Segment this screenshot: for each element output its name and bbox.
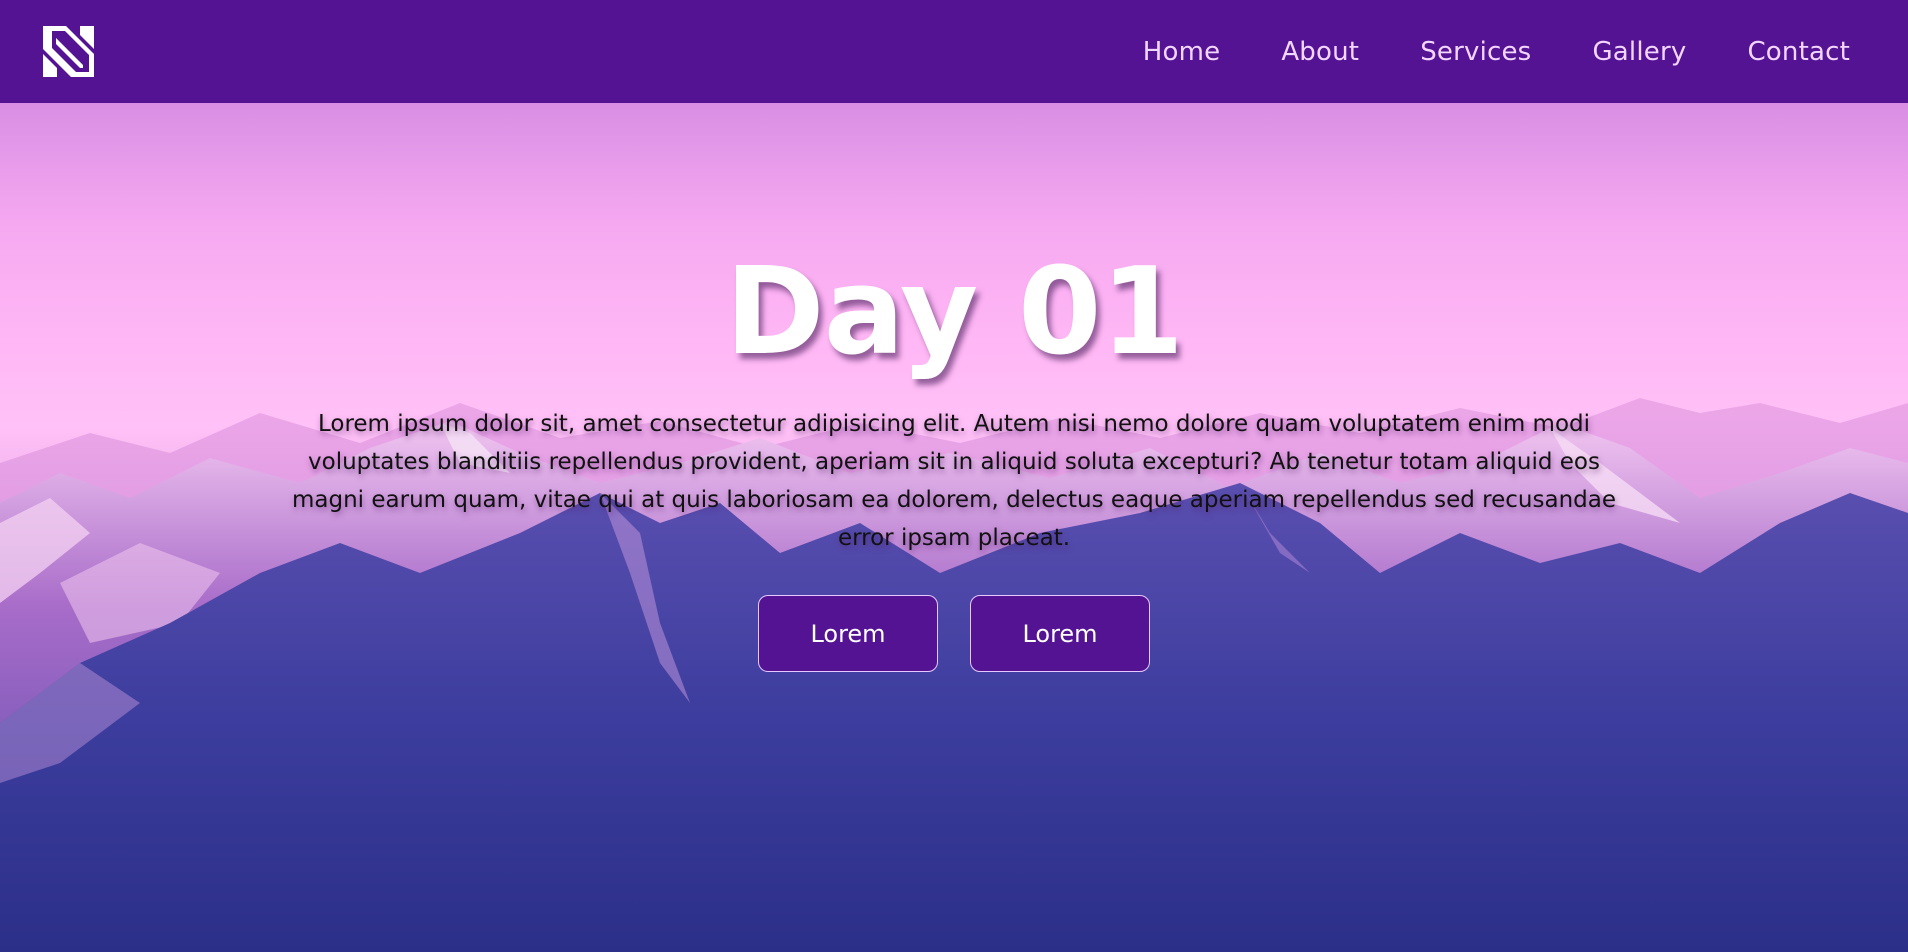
nav-link-about[interactable]: About — [1281, 37, 1359, 67]
nav-item-about: About — [1281, 37, 1359, 67]
nav-link-home[interactable]: Home — [1143, 37, 1221, 67]
hero-content: Day 01 Lorem ipsum dolor sit, amet conse… — [0, 103, 1908, 952]
n-logo-icon — [43, 26, 94, 77]
nav-item-contact: Contact — [1747, 37, 1850, 67]
logo-link[interactable] — [43, 26, 94, 77]
nav-item-services: Services — [1420, 37, 1531, 67]
nav-item-home: Home — [1143, 37, 1221, 67]
nav-link-services[interactable]: Services — [1420, 37, 1531, 67]
hero-buttons: Lorem Lorem — [0, 595, 1908, 672]
nav-link-contact[interactable]: Contact — [1747, 37, 1850, 67]
nav-link-gallery[interactable]: Gallery — [1592, 37, 1686, 67]
secondary-lorem-button[interactable]: Lorem — [970, 595, 1150, 672]
hero-section: Day 01 Lorem ipsum dolor sit, amet conse… — [0, 103, 1908, 952]
nav-item-gallery: Gallery — [1592, 37, 1686, 67]
hero-title: Day 01 — [725, 243, 1184, 382]
primary-lorem-button[interactable]: Lorem — [758, 595, 938, 672]
navbar: Home About Services Gallery Contact — [0, 0, 1908, 103]
hero-description: Lorem ipsum dolor sit, amet consectetur … — [292, 411, 1616, 551]
nav-menu: Home About Services Gallery Contact — [1143, 37, 1850, 67]
